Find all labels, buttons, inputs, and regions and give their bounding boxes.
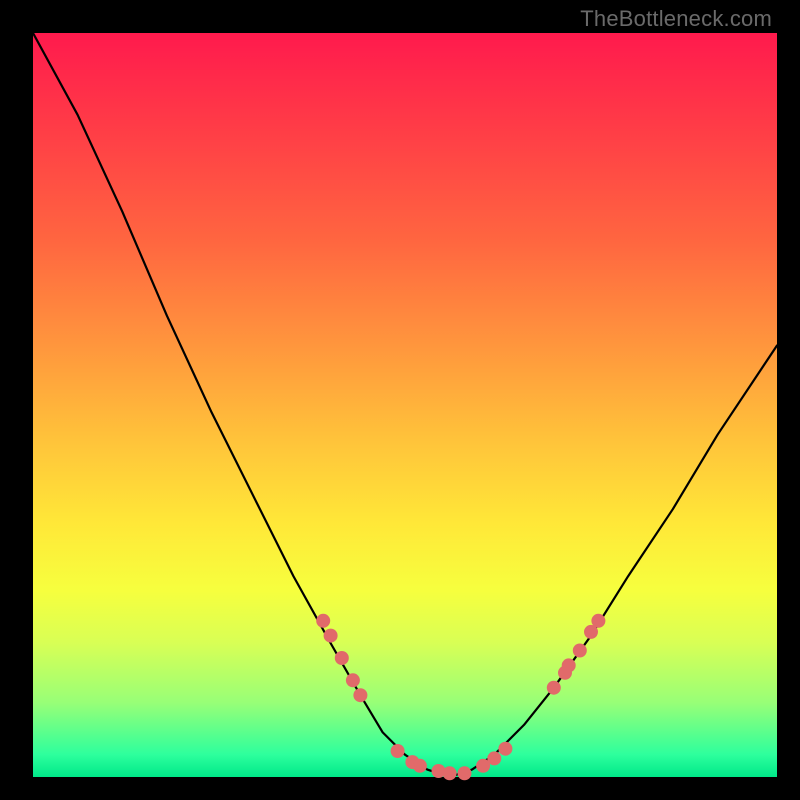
data-dot [562, 658, 576, 672]
data-dot [443, 766, 457, 780]
data-dot [547, 681, 561, 695]
data-dot [316, 614, 330, 628]
curve-path [33, 33, 777, 777]
data-dot [591, 614, 605, 628]
chart-container: TheBottleneck.com [0, 0, 800, 800]
data-dot [335, 651, 349, 665]
data-dot [346, 673, 360, 687]
bottleneck-curve-plot [0, 0, 800, 800]
data-dot [498, 742, 512, 756]
data-dot [487, 751, 501, 765]
data-dot [413, 759, 427, 773]
data-dot [391, 744, 405, 758]
data-dot [353, 688, 367, 702]
data-dot [324, 629, 338, 643]
data-dot [573, 644, 587, 658]
data-dot [458, 766, 472, 780]
